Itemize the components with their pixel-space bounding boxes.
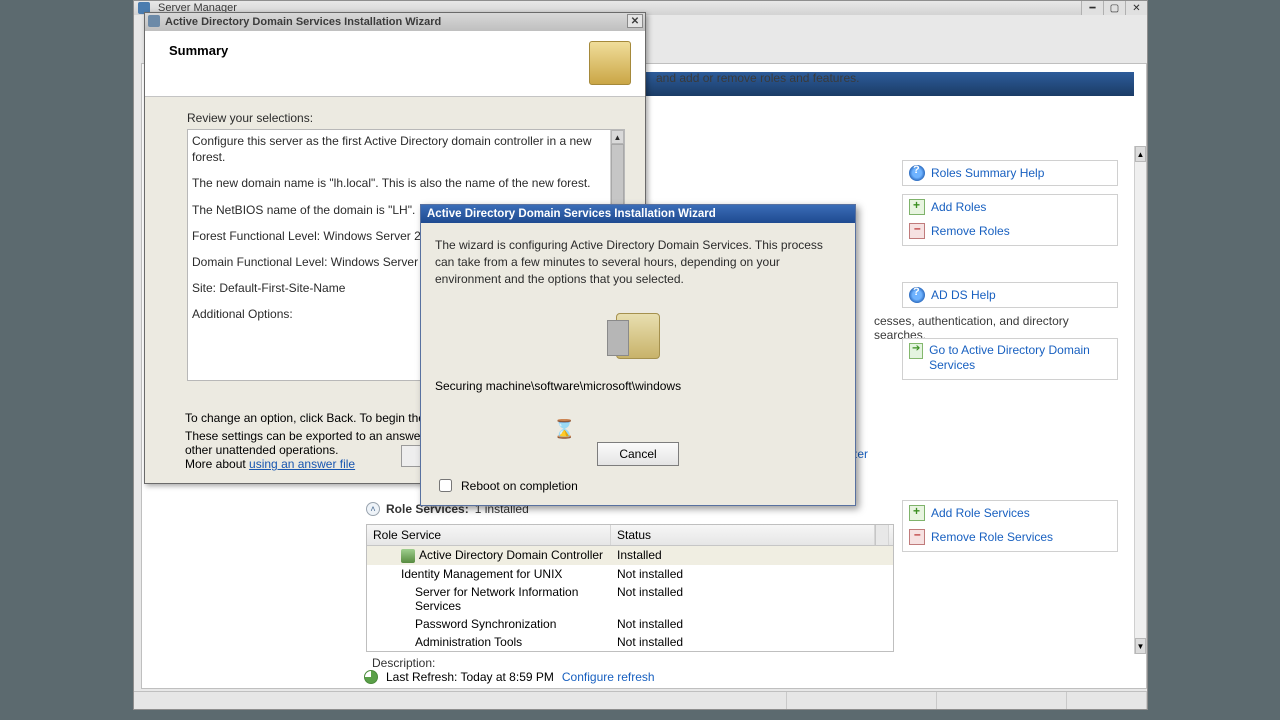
col-status[interactable]: Status: [611, 525, 875, 545]
role-status: Not installed: [611, 615, 875, 633]
reboot-label: Reboot on completion: [461, 479, 578, 493]
role-status: Not installed: [611, 583, 875, 615]
remove-role-services-link[interactable]: Remove Role Services: [903, 525, 1117, 549]
table-scroll-header: [875, 525, 889, 545]
role-status: Installed: [611, 546, 875, 565]
minimize-button[interactable]: ━: [1081, 1, 1103, 15]
role-name: Administration Tools: [415, 635, 522, 649]
reboot-on-completion[interactable]: Reboot on completion: [435, 476, 578, 495]
progress-title: Active Directory Domain Services Install…: [427, 208, 716, 220]
book-icon: [589, 41, 631, 85]
scroll-down-icon[interactable]: ▼: [1135, 638, 1146, 654]
add-role-services-label: Add Role Services: [931, 506, 1030, 520]
scroll-up-icon[interactable]: ▲: [611, 130, 624, 144]
table-header: Role Service Status: [367, 525, 893, 546]
wizard-icon: [148, 15, 160, 27]
role-name: Active Directory Domain Controller: [419, 548, 603, 562]
help-icon: [909, 165, 925, 181]
role-installed-icon: [401, 549, 415, 563]
adds-help-box: AD DS Help: [902, 282, 1118, 308]
role-name: Password Synchronization: [415, 617, 556, 631]
go-icon: [909, 343, 923, 359]
hourglass-icon: ⌛: [553, 419, 575, 440]
refresh-icon: [364, 670, 378, 684]
roles-summary-help-link[interactable]: Roles Summary Help: [903, 161, 1117, 185]
window-close-button[interactable]: ✕: [1125, 1, 1147, 15]
adds-help-label: AD DS Help: [931, 288, 996, 302]
content-scrollbar[interactable]: ▲ ▼: [1134, 146, 1146, 654]
role-status: Not installed: [611, 633, 875, 651]
review-label: Review your selections:: [187, 111, 625, 125]
roles-summary-help-box: Roles Summary Help: [902, 160, 1118, 186]
wizard-close-button[interactable]: ✕: [627, 14, 643, 28]
status-bar: Last Refresh: Today at 8:59 PM Configure…: [364, 670, 655, 684]
remove-icon: [909, 223, 925, 239]
summary-line: The new domain name is "lh.local". This …: [192, 175, 608, 191]
role-name: Identity Management for UNIX: [401, 567, 562, 581]
table-row[interactable]: Active Directory Domain Controller Instal…: [367, 546, 893, 565]
configure-refresh-link[interactable]: Configure refresh: [562, 670, 655, 684]
window-status-strip: [134, 691, 1147, 709]
scroll-up-icon[interactable]: ▲: [1135, 146, 1146, 162]
adds-progress-dialog: Active Directory Domain Services Install…: [420, 204, 856, 506]
remove-roles-link[interactable]: Remove Roles: [903, 219, 1117, 243]
go-adds-box: Go to Active Directory Domain Services: [902, 338, 1118, 380]
reboot-checkbox[interactable]: [439, 479, 452, 492]
help-icon: [909, 287, 925, 303]
last-refresh-text: Last Refresh: Today at 8:59 PM: [386, 670, 554, 684]
roles-actions-box: Add Roles Remove Roles: [902, 194, 1118, 246]
add-icon: [909, 505, 925, 521]
page-description-fragment: and add or remove roles and features.: [656, 71, 859, 85]
role-services-actions-box: Add Role Services Remove Role Services: [902, 500, 1118, 552]
role-services-section: ˄ Role Services: 1 installed Role Servic…: [366, 500, 894, 670]
table-row[interactable]: Identity Management for UNIX Not installe…: [367, 565, 893, 583]
server-book-icon: [616, 313, 660, 359]
summary-line: Configure this server as the first Activ…: [192, 133, 608, 165]
wizard-header: Summary: [145, 31, 645, 97]
progress-status-text: Securing machine\software\microsoft\wind…: [421, 379, 855, 393]
change-hint: To change an option, click Back. To begi…: [185, 411, 442, 425]
progress-message: The wizard is configuring Active Directo…: [435, 237, 841, 287]
remove-roles-label: Remove Roles: [931, 224, 1010, 238]
add-icon: [909, 199, 925, 215]
go-adds-label: Go to Active Directory Domain Services: [929, 343, 1111, 373]
role-name: Server for Network Information Services: [415, 585, 578, 613]
table-row[interactable]: Administration Tools Not installed: [367, 633, 893, 651]
wizard-title: Active Directory Domain Services Install…: [165, 16, 441, 28]
table-row[interactable]: Password Synchronization Not installed: [367, 615, 893, 633]
collapse-icon[interactable]: ˄: [366, 502, 380, 516]
add-roles-link[interactable]: Add Roles: [903, 195, 1117, 219]
wizard-titlebar[interactable]: Active Directory Domain Services Install…: [145, 13, 645, 31]
cancel-button[interactable]: Cancel: [597, 442, 679, 466]
add-roles-label: Add Roles: [931, 200, 986, 214]
role-status: Not installed: [611, 565, 875, 583]
maximize-button[interactable]: ▢: [1103, 1, 1125, 15]
progress-titlebar[interactable]: Active Directory Domain Services Install…: [421, 205, 855, 223]
adds-help-link[interactable]: AD DS Help: [903, 283, 1117, 307]
roles-help-label: Roles Summary Help: [931, 166, 1044, 180]
progress-body: The wizard is configuring Active Directo…: [421, 223, 855, 359]
add-role-services-link[interactable]: Add Role Services: [903, 501, 1117, 525]
remove-role-services-label: Remove Role Services: [931, 530, 1053, 544]
description-label: Description:: [366, 652, 894, 670]
role-services-table: Role Service Status Active Directory Dom…: [366, 524, 894, 652]
col-role-service[interactable]: Role Service: [367, 525, 611, 545]
answer-file-link[interactable]: using an answer file: [249, 457, 355, 471]
table-row[interactable]: Server for Network Information Services N…: [367, 583, 893, 615]
go-adds-link[interactable]: Go to Active Directory Domain Services: [903, 339, 1117, 377]
wizard-heading: Summary: [169, 43, 228, 58]
remove-icon: [909, 529, 925, 545]
